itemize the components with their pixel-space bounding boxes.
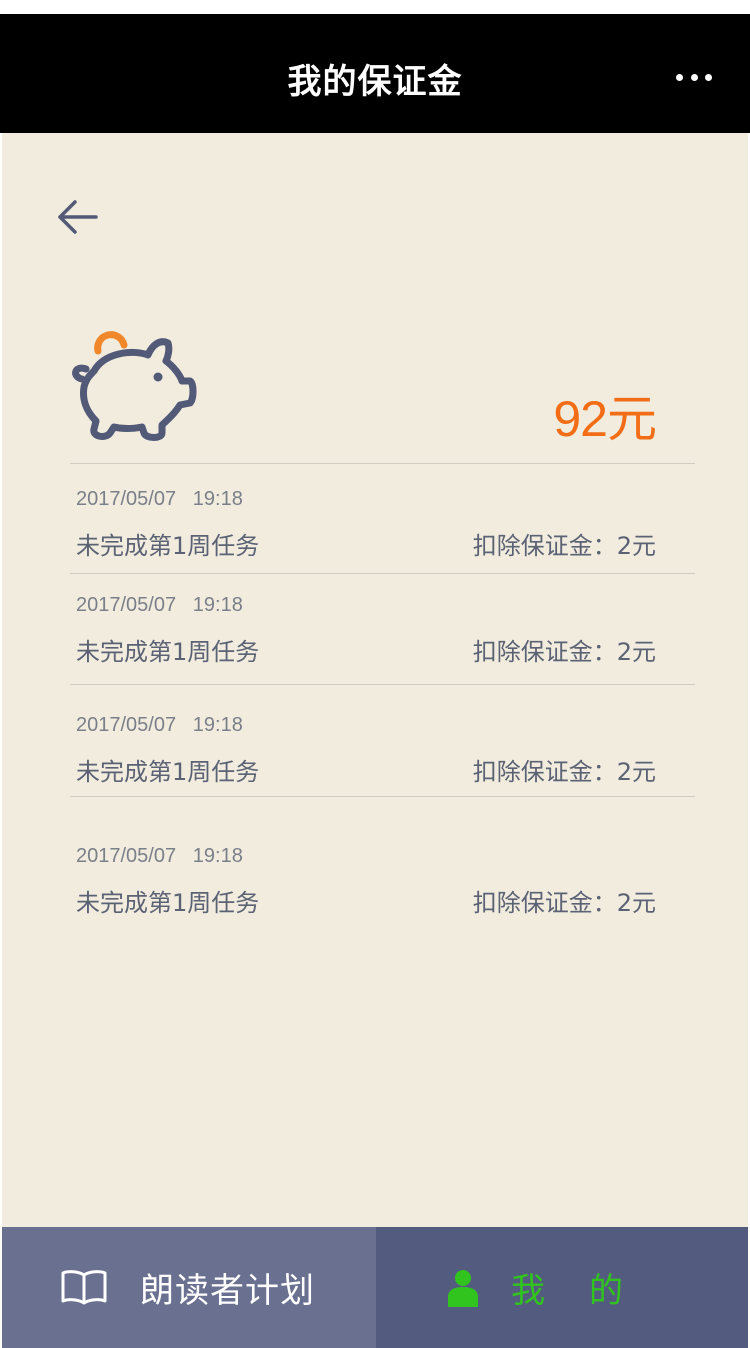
record-description: 未完成第1周任务 [76,758,260,786]
title-bar: 我的保证金 [0,14,750,133]
divider [70,796,695,797]
back-arrow-icon[interactable] [54,195,100,239]
divider [70,463,695,464]
tab-mine-label: 我的 [511,1271,667,1311]
balance-amount: 92元 [553,391,657,447]
record-date: 2017/05/07 19:18 [76,594,243,616]
piggy-bank-icon [72,331,197,441]
divider [70,573,695,574]
status-strip [0,0,750,14]
record-description: 未完成第1周任务 [76,532,260,560]
page-title: 我的保证金 [287,62,463,102]
divider [70,684,695,685]
bottom-tab-bar: 朗读者计划 我的 [2,1227,748,1348]
record-description: 未完成第1周任务 [76,638,260,666]
record-description: 未完成第1周任务 [76,889,260,917]
record-date: 2017/05/07 19:18 [76,845,243,867]
record-deduction: 扣除保证金：2元 [472,638,656,666]
tab-mine[interactable]: 我的 [376,1227,748,1348]
record-date: 2017/05/07 19:18 [76,714,243,736]
record-date: 2017/05/07 19:18 [76,488,243,510]
record-deduction: 扣除保证金：2元 [472,889,656,917]
deposit-content: 92元 2017/05/07 19:18 未完成第1周任务 扣除保证金：2元 2… [2,133,748,1227]
person-icon [448,1270,478,1307]
tab-reader-plan[interactable]: 朗读者计划 [2,1227,376,1348]
record-deduction: 扣除保证金：2元 [472,758,656,786]
more-dots-icon[interactable] [676,70,712,84]
record-deduction: 扣除保证金：2元 [472,532,656,560]
tab-reader-plan-label: 朗读者计划 [140,1271,315,1311]
book-icon [61,1270,107,1305]
